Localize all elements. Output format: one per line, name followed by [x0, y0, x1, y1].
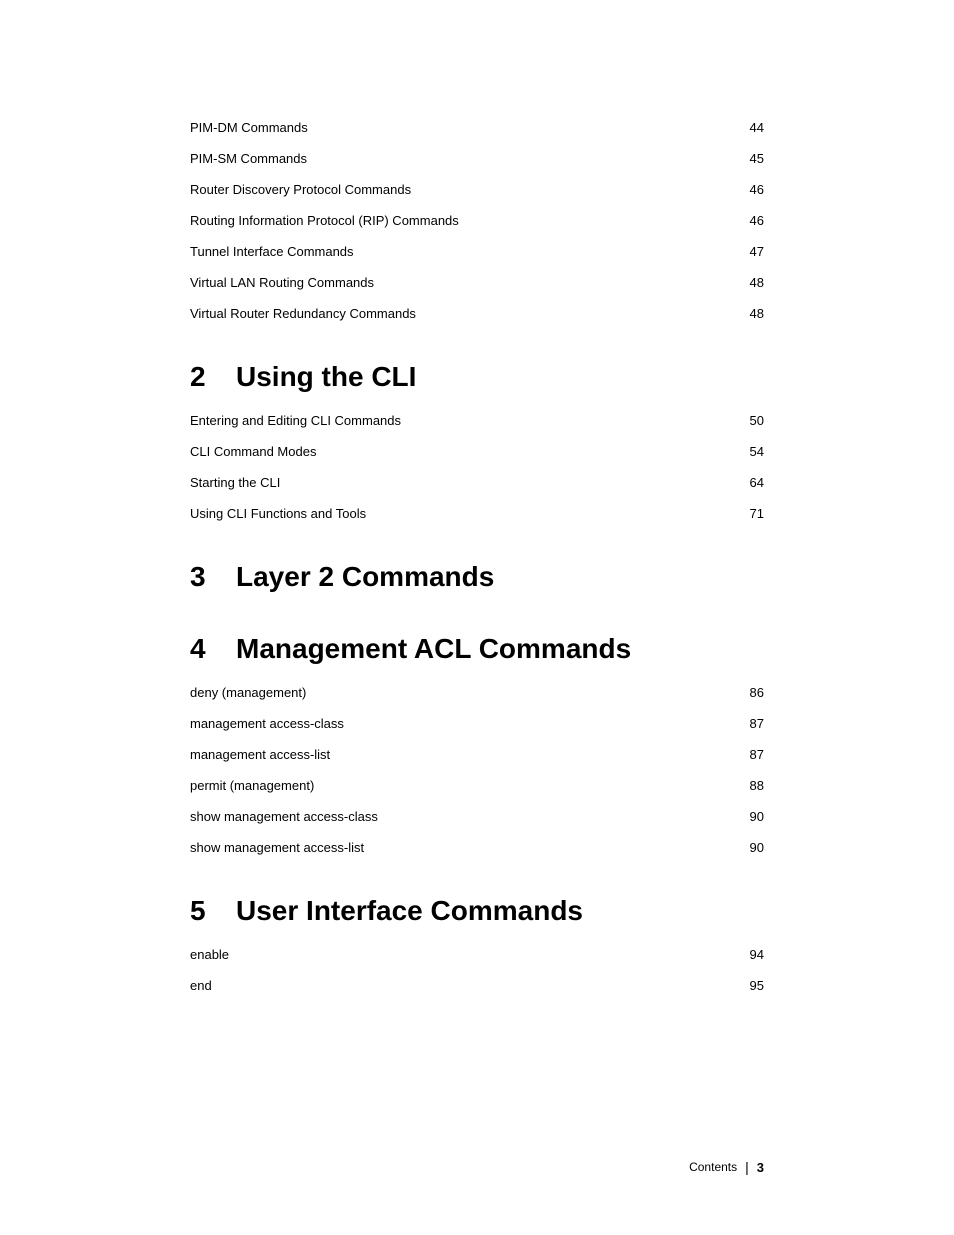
entry-page: 46 — [724, 213, 764, 228]
entry-page: 54 — [724, 444, 764, 459]
entry-page: 44 — [724, 120, 764, 135]
entry-label: PIM-SM Commands — [190, 151, 724, 166]
entry-label: Virtual LAN Routing Commands — [190, 275, 724, 290]
entry-page: 95 — [724, 978, 764, 993]
entry-label: show management access-class — [190, 809, 724, 824]
section-title: Using the CLI — [236, 361, 416, 393]
entry-page: 90 — [724, 809, 764, 824]
section-number: 3 — [190, 561, 218, 593]
subsection-entries: deny (management) 86 management access-c… — [190, 685, 764, 855]
toc-entry: CLI Command Modes 54 — [190, 444, 764, 459]
entry-label: deny (management) — [190, 685, 724, 700]
toc-entry: permit (management) 88 — [190, 778, 764, 793]
toc-entry: PIM-DM Commands 44 — [190, 120, 764, 135]
toc-entry: PIM-SM Commands 45 — [190, 151, 764, 166]
sections-container: 2 Using the CLI Entering and Editing CLI… — [190, 361, 764, 993]
toc-entry: Entering and Editing CLI Commands 50 — [190, 413, 764, 428]
subsection-entries: Entering and Editing CLI Commands 50 CLI… — [190, 413, 764, 521]
entry-page: 45 — [724, 151, 764, 166]
section-header: 2 Using the CLI — [190, 361, 764, 393]
section-title: User Interface Commands — [236, 895, 583, 927]
section-title: Management ACL Commands — [236, 633, 631, 665]
section-3: 3 Layer 2 Commands — [190, 561, 764, 593]
toc-entry: end 95 — [190, 978, 764, 993]
toc-entry: Routing Information Protocol (RIP) Comma… — [190, 213, 764, 228]
section-title: Layer 2 Commands — [236, 561, 494, 593]
toc-entry: management access-class 87 — [190, 716, 764, 731]
entry-page: 87 — [724, 716, 764, 731]
entry-label: management access-list — [190, 747, 724, 762]
entry-page: 88 — [724, 778, 764, 793]
section-number: 4 — [190, 633, 218, 665]
entry-label: PIM-DM Commands — [190, 120, 724, 135]
section-2: 2 Using the CLI Entering and Editing CLI… — [190, 361, 764, 521]
section-header: 4 Management ACL Commands — [190, 633, 764, 665]
section-number: 2 — [190, 361, 218, 393]
entry-page: 90 — [724, 840, 764, 855]
entry-label: enable — [190, 947, 724, 962]
initial-toc-entries: PIM-DM Commands 44 PIM-SM Commands 45 Ro… — [190, 120, 764, 321]
toc-entry: show management access-class 90 — [190, 809, 764, 824]
entry-label: Entering and Editing CLI Commands — [190, 413, 724, 428]
entry-label: Starting the CLI — [190, 475, 724, 490]
toc-entry: enable 94 — [190, 947, 764, 962]
toc-entry: Router Discovery Protocol Commands 46 — [190, 182, 764, 197]
entry-label: Router Discovery Protocol Commands — [190, 182, 724, 197]
toc-entry: deny (management) 86 — [190, 685, 764, 700]
entry-label: CLI Command Modes — [190, 444, 724, 459]
entry-label: Virtual Router Redundancy Commands — [190, 306, 724, 321]
toc-entry: management access-list 87 — [190, 747, 764, 762]
entry-page: 71 — [724, 506, 764, 521]
toc-entry: Starting the CLI 64 — [190, 475, 764, 490]
entry-page: 47 — [724, 244, 764, 259]
toc-entry: Virtual Router Redundancy Commands 48 — [190, 306, 764, 321]
toc-entry: Using CLI Functions and Tools 71 — [190, 506, 764, 521]
entry-page: 48 — [724, 275, 764, 290]
footer: Contents | 3 — [689, 1159, 764, 1175]
entry-page: 46 — [724, 182, 764, 197]
entry-label: management access-class — [190, 716, 724, 731]
section-header: 5 User Interface Commands — [190, 895, 764, 927]
entry-page: 87 — [724, 747, 764, 762]
entry-page: 64 — [724, 475, 764, 490]
section-header: 3 Layer 2 Commands — [190, 561, 764, 593]
entry-label: Tunnel Interface Commands — [190, 244, 724, 259]
footer-separator: | — [745, 1159, 749, 1175]
section-number: 5 — [190, 895, 218, 927]
section-4: 4 Management ACL Commands deny (manageme… — [190, 633, 764, 855]
footer-label: Contents — [689, 1160, 737, 1174]
page: PIM-DM Commands 44 PIM-SM Commands 45 Ro… — [0, 0, 954, 1235]
toc-entry: Virtual LAN Routing Commands 48 — [190, 275, 764, 290]
toc-entry: Tunnel Interface Commands 47 — [190, 244, 764, 259]
entry-page: 94 — [724, 947, 764, 962]
entry-label: end — [190, 978, 724, 993]
entry-label: Using CLI Functions and Tools — [190, 506, 724, 521]
entry-label: show management access-list — [190, 840, 724, 855]
entry-label: permit (management) — [190, 778, 724, 793]
entry-page: 50 — [724, 413, 764, 428]
footer-page: 3 — [757, 1160, 764, 1175]
entry-page: 86 — [724, 685, 764, 700]
section-5: 5 User Interface Commands enable 94 end … — [190, 895, 764, 993]
subsection-entries: enable 94 end 95 — [190, 947, 764, 993]
entry-page: 48 — [724, 306, 764, 321]
toc-entry: show management access-list 90 — [190, 840, 764, 855]
entry-label: Routing Information Protocol (RIP) Comma… — [190, 213, 724, 228]
